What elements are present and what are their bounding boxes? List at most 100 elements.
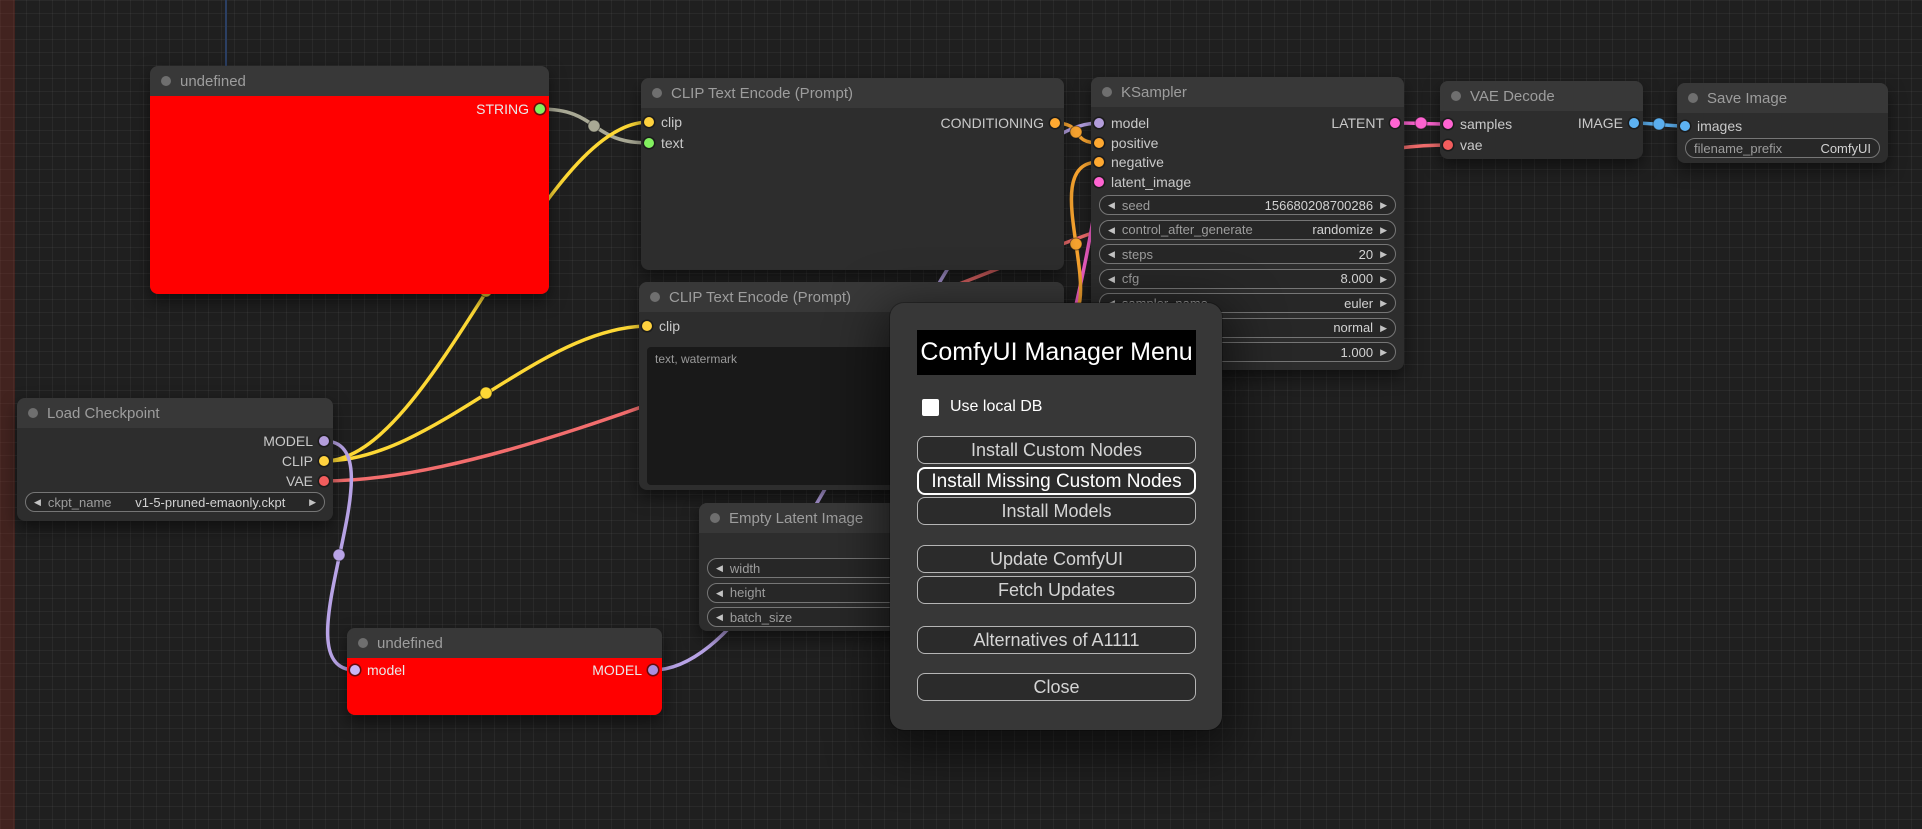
node-titlebar: KSampler — [1091, 77, 1404, 107]
input-slot-label: model — [1111, 115, 1150, 131]
widget-cfg[interactable]: ◀ cfg 8.000 ▶ — [1099, 268, 1396, 289]
input-slot-samples[interactable] — [1443, 119, 1453, 129]
widget-decrement-icon[interactable]: ◀ — [716, 559, 723, 577]
output-slot-MODEL[interactable] — [319, 436, 329, 446]
dialog-title: ComfyUI Manager Menu — [917, 330, 1196, 375]
dialog-button-alternatives-of-a1111[interactable]: Alternatives of A1111 — [917, 626, 1196, 654]
link-midpoint-model-to-model-bottom[interactable] — [332, 548, 346, 562]
input-slot-images[interactable] — [1680, 121, 1690, 131]
node-title: undefined — [180, 72, 246, 90]
output-slot-label: MODEL — [263, 433, 313, 449]
node-title: CLIP Text Encode (Prompt) — [669, 288, 852, 306]
link-midpoint-latent-to-samples[interactable] — [1414, 116, 1428, 130]
input-slot-label: negative — [1111, 154, 1164, 170]
widget-increment-icon[interactable]: ▶ — [1380, 343, 1387, 361]
node-body: STRING — [150, 96, 549, 294]
dialog-button-install-missing-custom-nodes[interactable]: Install Missing Custom Nodes — [917, 466, 1196, 495]
use-local-db-label: Use local DB — [950, 398, 1043, 415]
dialog-button-fetch-updates[interactable]: Fetch Updates — [917, 575, 1196, 604]
input-slot-negative[interactable] — [1094, 157, 1104, 167]
node-body: model MODEL — [347, 658, 662, 715]
input-slot-positive[interactable] — [1094, 138, 1104, 148]
node-load-checkpoint[interactable]: Load Checkpoint MODEL CLIP VAE ◀ ckpt_name v1-… — [17, 398, 333, 521]
link-midpoint-cond2-to-negative[interactable] — [1069, 237, 1083, 251]
widget-label: width — [729, 560, 761, 576]
link-midpoint-image-to-images[interactable] — [1652, 117, 1666, 131]
node-titlebar: VAE Decode — [1440, 81, 1643, 111]
node-collapse-dot-icon[interactable] — [161, 76, 171, 86]
node-title: CLIP Text Encode (Prompt) — [671, 84, 854, 102]
widget-seed[interactable]: ◀ seed 156680208700286 ▶ — [1099, 195, 1396, 215]
widget-filename_prefix[interactable]: filename_prefix ComfyUI — [1685, 138, 1880, 158]
dialog-button-install-models[interactable]: Install Models — [917, 497, 1196, 525]
input-slot-model[interactable] — [350, 665, 360, 675]
use-local-db-checkbox[interactable] — [922, 398, 939, 416]
dialog-button-install-custom-nodes[interactable]: Install Custom Nodes — [917, 436, 1196, 464]
dialog-button-update-comfyui[interactable]: Update ComfyUI — [917, 545, 1196, 573]
output-slot-label: MODEL — [592, 662, 642, 678]
node-graph-canvas[interactable]: undefined STRING CLIP Text Encode (Prompt)… — [0, 0, 1922, 829]
dialog-button-close[interactable]: Close — [917, 673, 1196, 701]
widget-increment-icon[interactable]: ▶ — [1380, 294, 1387, 312]
node-collapse-dot-icon[interactable] — [358, 638, 368, 648]
link-midpoint-clip-to-clip2[interactable] — [479, 386, 493, 400]
node-collapse-dot-icon[interactable] — [710, 513, 720, 523]
node-undefined-bottom[interactable]: undefined model MODEL — [347, 628, 662, 715]
link-midpoint-string-to-text[interactable] — [587, 119, 601, 133]
widget-increment-icon[interactable]: ▶ — [1380, 245, 1387, 263]
widget-decrement-icon[interactable]: ◀ — [1108, 245, 1115, 263]
output-slot-LATENT[interactable] — [1390, 118, 1400, 128]
input-slot-label: positive — [1111, 135, 1159, 151]
node-titlebar: CLIP Text Encode (Prompt) — [641, 78, 1064, 108]
node-collapse-dot-icon[interactable] — [1688, 93, 1698, 103]
widget-increment-icon[interactable]: ▶ — [1380, 319, 1387, 337]
node-vae-decode[interactable]: VAE Decode samples vae IMAGE — [1440, 81, 1643, 159]
node-collapse-dot-icon[interactable] — [1102, 87, 1112, 97]
input-slot-text[interactable] — [644, 138, 654, 148]
node-collapse-dot-icon[interactable] — [652, 88, 662, 98]
node-undefined-top[interactable]: undefined STRING — [150, 66, 549, 294]
input-slot-label: clip — [659, 318, 681, 334]
node-save-image[interactable]: Save Image images filename_prefix ComfyUI — [1677, 83, 1888, 163]
widget-value: euler — [1344, 295, 1374, 311]
input-slot-vae[interactable] — [1443, 140, 1453, 150]
output-slot-IMAGE[interactable] — [1629, 118, 1639, 128]
input-slot-model[interactable] — [1094, 118, 1104, 128]
widget-steps[interactable]: ◀ steps 20 ▶ — [1099, 244, 1396, 264]
widget-decrement-icon[interactable]: ◀ — [1108, 221, 1115, 239]
widget-value: 156680208700286 — [1264, 197, 1374, 213]
node-body: MODEL CLIP VAE ◀ ckpt_name v1-5-pruned-emaonl… — [17, 428, 333, 521]
output-slot-STRING[interactable] — [535, 104, 545, 114]
input-slot-label: samples — [1460, 116, 1513, 132]
widget-decrement-icon[interactable]: ◀ — [716, 608, 723, 626]
widget-increment-icon[interactable]: ▶ — [1380, 196, 1387, 214]
widget-increment-icon[interactable]: ▶ — [1380, 221, 1387, 239]
node-collapse-dot-icon[interactable] — [1451, 91, 1461, 101]
widget-value: ComfyUI — [1820, 140, 1871, 156]
link-midpoint-cond1-to-positive[interactable] — [1069, 125, 1083, 139]
node-collapse-dot-icon[interactable] — [650, 292, 660, 302]
widget-decrement-icon[interactable]: ◀ — [716, 584, 723, 602]
widget-increment-icon[interactable]: ▶ — [309, 493, 316, 511]
widget-control_after_generate[interactable]: ◀ control_after_generate randomize ▶ — [1099, 219, 1396, 240]
output-slot-VAE[interactable] — [319, 476, 329, 486]
widget-increment-icon[interactable]: ▶ — [1380, 270, 1387, 288]
output-slot-CONDITIONING[interactable] — [1050, 118, 1060, 128]
widget-decrement-icon[interactable]: ◀ — [34, 493, 41, 511]
output-slot-MODEL[interactable] — [648, 665, 658, 675]
widget-decrement-icon[interactable]: ◀ — [1108, 196, 1115, 214]
widget-ckpt_name[interactable]: ◀ ckpt_name v1-5-pruned-emaonly.ckpt ▶ — [25, 492, 325, 512]
widget-label: batch_size — [729, 609, 793, 625]
node-titlebar: Load Checkpoint — [17, 398, 333, 428]
node-title: Load Checkpoint — [47, 404, 160, 422]
output-slot-label: VAE — [286, 473, 313, 489]
node-body: images filename_prefix ComfyUI — [1677, 113, 1888, 163]
widget-decrement-icon[interactable]: ◀ — [1108, 270, 1115, 288]
output-slot-CLIP[interactable] — [319, 456, 329, 466]
input-slot-clip[interactable] — [642, 321, 652, 331]
node-collapse-dot-icon[interactable] — [28, 408, 38, 418]
input-slot-latent_image[interactable] — [1094, 177, 1104, 187]
node-clip-text-encode-1[interactable]: CLIP Text Encode (Prompt) clip text CONDITI… — [641, 78, 1064, 270]
widget-label: ckpt_name — [47, 494, 112, 510]
input-slot-clip[interactable] — [644, 117, 654, 127]
